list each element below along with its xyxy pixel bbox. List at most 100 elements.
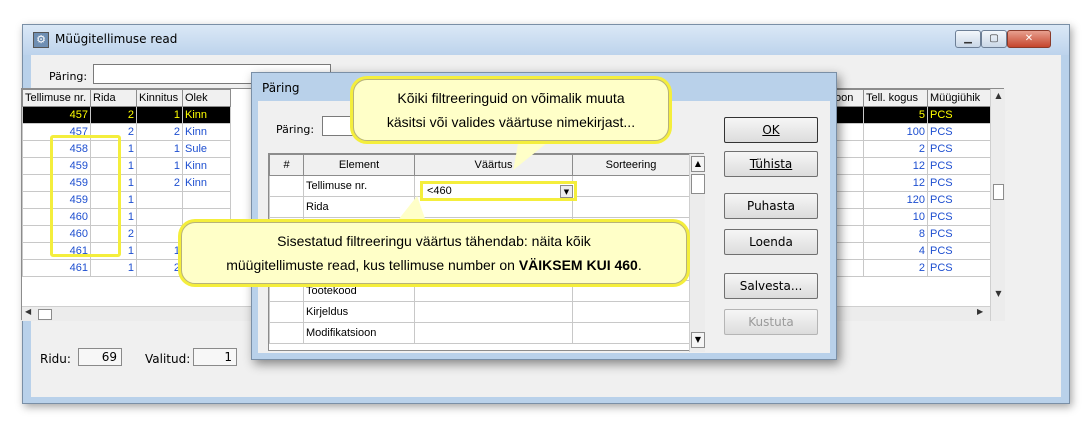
maximize-button[interactable]: ▢ [981, 30, 1007, 48]
selected-count-label: Valitud: [145, 352, 191, 366]
column-header-line[interactable]: Rida [90, 89, 137, 107]
close-button[interactable]: ✕ [1007, 30, 1051, 48]
filter-element-cell: Tellimuse nr. [303, 175, 415, 197]
scroll-down-icon[interactable]: ▼ [991, 289, 1006, 303]
cell-confirm [136, 191, 183, 209]
cell-unit: PCS [927, 242, 991, 260]
cancel-button[interactable]: Tühista [724, 151, 818, 177]
filter-header: # Element Väärtus Sorteering [269, 154, 690, 176]
rows-count-value: 69 [78, 348, 122, 366]
column-header-unit[interactable]: Müügiühik [927, 89, 991, 107]
window-title: Müügitellimuse read [55, 32, 178, 46]
filter-value-cell[interactable] [414, 301, 573, 323]
column-header-quantity[interactable]: Tell. kogus [863, 89, 928, 107]
callout-text: Kõiki filtreeringuid on võimalik muuta [397, 90, 625, 106]
scroll-right-icon[interactable]: ▶ [977, 307, 983, 316]
callout-text: müügitellimuste read, kus tellimuse numb… [182, 253, 686, 277]
table-row[interactable]: 457 2 1 Kinn [22, 106, 231, 124]
grid-vertical-scrollbar[interactable]: ▲ ▼ [990, 89, 1005, 321]
list-button[interactable]: Loenda [724, 229, 818, 255]
scroll-up-icon[interactable]: ▲ [691, 156, 705, 172]
column-header-value: Väärtus [414, 154, 573, 176]
dialog-query-label: Päring: [276, 123, 315, 136]
scroll-thumb[interactable] [993, 184, 1004, 200]
scroll-down-icon[interactable]: ▼ [691, 332, 705, 348]
cell-unit: PCS [927, 208, 991, 226]
cell-unit: PCS [927, 106, 991, 124]
callout-edit-filters: Kõiki filtreeringuid on võimalik muuta k… [353, 79, 669, 141]
callout-filter-meaning: Sisestatud filtreeringu väärtus tähendab… [181, 222, 687, 284]
filter-index-cell [269, 196, 304, 218]
cell-unit: PCS [927, 259, 991, 277]
filter-sort-cell[interactable] [572, 301, 690, 323]
cell-line: 2 [90, 106, 137, 124]
order-number-highlight [50, 135, 121, 257]
filter-index-cell [269, 322, 304, 344]
cell-unit: PCS [927, 225, 991, 243]
cell-confirm: 1 [136, 242, 183, 260]
filter-row[interactable]: Kirjeldus [269, 301, 690, 323]
cell-quantity: 100 [863, 123, 928, 141]
cell-line: 1 [90, 259, 137, 277]
minimize-button[interactable]: ▁ [955, 30, 981, 48]
filter-sort-cell[interactable] [572, 196, 690, 218]
dropdown-arrow-icon[interactable]: ▼ [560, 185, 573, 198]
filter-value-combobox[interactable]: <460 ▼ [420, 181, 577, 201]
filter-index-cell [269, 175, 304, 197]
cell-unit: PCS [927, 123, 991, 141]
query-label: Päring: [49, 70, 88, 83]
callout-text: käsitsi või valides väärtuse nimekirjast… [386, 114, 636, 130]
filter-vertical-scrollbar[interactable]: ▲ ▼ [689, 154, 705, 352]
cell-confirm: 1 [136, 106, 183, 124]
filter-row[interactable]: Modifikatsioon [269, 322, 690, 344]
cell-quantity: 2 [863, 140, 928, 158]
cell-unit: PCS [927, 140, 991, 158]
scroll-thumb[interactable] [38, 309, 52, 320]
callout-text: Sisestatud filtreeringu väärtus tähendab… [277, 233, 591, 249]
ok-button[interactable]: OK [724, 117, 818, 143]
column-header-status[interactable]: Olek [182, 89, 231, 107]
cell-confirm: 1 [136, 140, 183, 158]
title-bar[interactable]: ⚙ Müügitellimuse read ▁ ▢ ✕ [23, 25, 1069, 55]
cell-quantity: 120 [863, 191, 928, 209]
cell-status: Kinn [182, 106, 231, 124]
selected-count-value: 1 [193, 348, 237, 366]
callout-text-prefix: müügitellimuste read, kus tellimuse numb… [226, 257, 519, 273]
cell-confirm [136, 225, 183, 243]
cell-status: Sule [182, 140, 231, 158]
cell-quantity: 12 [863, 174, 928, 192]
scroll-left-icon[interactable]: ◀ [25, 307, 31, 316]
cell-confirm: 2 [136, 123, 183, 141]
rows-count-label: Ridu: [40, 352, 71, 366]
cell-unit: PCS [927, 157, 991, 175]
cell-quantity: 2 [863, 259, 928, 277]
clear-button[interactable]: Puhasta [724, 193, 818, 219]
delete-button[interactable]: Kustuta [724, 309, 818, 335]
save-button[interactable]: Salvesta... [724, 273, 818, 299]
callout-text-suffix: . [637, 257, 642, 273]
scroll-up-icon[interactable]: ▲ [991, 91, 1006, 105]
filter-value-cell[interactable] [414, 322, 573, 344]
cell-status: Kinn [182, 123, 231, 141]
cell-quantity: 4 [863, 242, 928, 260]
cell-confirm [136, 208, 183, 226]
column-header-order[interactable]: Tellimuse nr. [22, 89, 91, 107]
cell-quantity: 8 [863, 225, 928, 243]
scroll-thumb[interactable] [691, 174, 705, 194]
cell-confirm: 1 [136, 157, 183, 175]
cell-confirm: 2 [136, 259, 183, 277]
column-header-index: # [269, 154, 304, 176]
filter-element-cell: Kirjeldus [303, 301, 415, 323]
column-header-sort: Sorteering [572, 154, 690, 176]
cell-unit: PCS [927, 191, 991, 209]
filter-sort-cell[interactable] [572, 175, 690, 197]
column-header-confirm[interactable]: Kinnitus [136, 89, 183, 107]
filter-element-cell: Modifikatsioon [303, 322, 415, 344]
filter-sort-cell[interactable] [572, 322, 690, 344]
cell-quantity: 5 [863, 106, 928, 124]
cell-unit: PCS [927, 174, 991, 192]
callout-text-emphasis: VÄIKSEM KUI 460 [518, 257, 638, 273]
cell-quantity: 12 [863, 157, 928, 175]
dialog-title: Päring [262, 81, 300, 95]
cell-quantity: 10 [863, 208, 928, 226]
